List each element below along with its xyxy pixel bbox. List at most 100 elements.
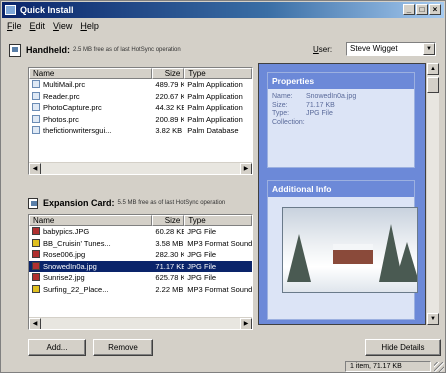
- scroll-down-icon[interactable]: ▼: [427, 313, 439, 325]
- minimize-button[interactable]: _: [403, 4, 415, 15]
- file-name: Rose006.jpg: [29, 249, 152, 261]
- additional-info-title: Additional Info: [268, 181, 414, 197]
- prc-file-icon: [32, 103, 40, 111]
- list-item[interactable]: Rose006.jpg 282.30 KBJPG File: [29, 249, 252, 261]
- file-name: BB_Cruisin' Tunes...: [29, 238, 152, 250]
- close-button[interactable]: ×: [429, 4, 441, 15]
- properties-title: Properties: [268, 73, 414, 89]
- add-button[interactable]: Add...: [28, 339, 86, 356]
- column-name[interactable]: Name: [29, 68, 153, 79]
- list-item[interactable]: Photos.prc 200.89 KBPalm Application: [29, 114, 252, 126]
- expansion-hscrollbar[interactable]: ◀ ▶: [29, 317, 252, 329]
- file-size: 489.79 KB: [155, 80, 184, 89]
- file-name: Photos.prc: [29, 114, 152, 126]
- status-bar: 1 item, 71.17 KB: [3, 361, 445, 373]
- quick-install-window: Quick Install _ □ × File Edit View Help …: [0, 0, 446, 373]
- handheld-header: Handheld: 2.5 MB free as of last HotSync…: [9, 42, 181, 58]
- menu-file[interactable]: File: [3, 19, 26, 33]
- prop-value: JPG File: [306, 110, 333, 117]
- file-name-text: SnowedIn0a.jpg: [43, 261, 97, 271]
- list-item[interactable]: Surfing_22_Place... 2.22 MB MP3 Format Sou…: [29, 284, 252, 296]
- prop-key: Type:: [272, 110, 290, 117]
- menu-help[interactable]: Help: [76, 19, 103, 33]
- file-name-text: BB_Cruisin' Tunes...: [43, 238, 111, 248]
- jpg-file-icon: [32, 273, 40, 281]
- file-name: Reader.prc: [29, 91, 152, 103]
- file-type: Palm Database: [187, 126, 239, 135]
- column-size[interactable]: Size: [152, 215, 185, 226]
- file-name-text: babypics.JPG: [43, 227, 90, 236]
- user-select[interactable]: Steve Wigget ▼: [346, 42, 436, 56]
- jpg-file-icon: [32, 250, 40, 258]
- menu-edit[interactable]: Edit: [26, 19, 50, 33]
- photo-preview: [282, 207, 418, 293]
- dropdown-arrow-icon[interactable]: ▼: [423, 43, 435, 55]
- list-item[interactable]: PhotoCapture.prc 44.32 KB Palm Application: [29, 102, 252, 114]
- column-size[interactable]: Size: [152, 68, 185, 79]
- title-bar[interactable]: Quick Install _ □ ×: [2, 2, 444, 18]
- hide-details-button[interactable]: Hide Details: [365, 339, 441, 356]
- details-panel: Properties Name: SnowedIn0a.jpg Size: 71.1…: [258, 63, 426, 325]
- maximize-button[interactable]: □: [416, 4, 428, 15]
- column-name[interactable]: Name: [29, 215, 153, 226]
- file-name-text: Reader.prc: [43, 91, 80, 101]
- file-name: SnowedIn0a.jpg: [29, 261, 152, 273]
- file-type: MP3 Format Sound: [187, 284, 252, 294]
- expansion-free-space: 5.5 MB free as of last HotSync operation: [117, 200, 226, 206]
- file-size: 60.28 KB: [155, 227, 185, 236]
- file-name: PhotoCapture.prc: [29, 102, 152, 114]
- prc-file-icon: [32, 91, 40, 100]
- scroll-right-icon[interactable]: ▶: [240, 163, 252, 174]
- file-type: Palm Application: [187, 80, 243, 89]
- mp3-file-icon: [32, 238, 40, 247]
- properties-list: Name: SnowedIn0a.jpg Size: 71.17 KB Type: J…: [268, 89, 414, 127]
- handheld-icon: [9, 43, 21, 57]
- file-size: 220.67 KB: [155, 91, 184, 101]
- scroll-left-icon[interactable]: ◀: [29, 163, 41, 174]
- file-size: 3.82 KB: [155, 126, 183, 135]
- file-type: JPG File: [187, 250, 217, 259]
- prop-value: 71.17 KB: [306, 101, 335, 109]
- window-title: Quick Install: [20, 5, 74, 15]
- file-name: babypics.JPG: [29, 226, 152, 238]
- handheld-file-list[interactable]: Name Size Type MultiMail.prc489.79 KBPal…: [28, 67, 253, 175]
- column-type[interactable]: Type: [184, 215, 252, 226]
- menu-view[interactable]: View: [49, 19, 76, 33]
- scroll-up-icon[interactable]: ▲: [427, 63, 439, 75]
- file-type: JPG File: [187, 227, 217, 236]
- file-name-text: Sunrise2.jpg: [43, 273, 85, 282]
- list-item[interactable]: thefictionwritersgui... 3.82 KB Palm Datab…: [29, 125, 252, 137]
- scroll-thumb[interactable]: [427, 77, 439, 93]
- list-item[interactable]: Reader.prc 220.67 KBPalm Application: [29, 91, 252, 103]
- hide-details-label: Hide Details: [381, 343, 425, 352]
- file-name-text: MultiMail.prc: [43, 80, 86, 89]
- list-item[interactable]: Sunrise2.jpg 625.78 KBJPG File: [29, 272, 252, 284]
- status-text: 1 item, 71.17 KB: [345, 361, 431, 372]
- details-vscrollbar[interactable]: ▲ ▼: [427, 63, 439, 325]
- list-item[interactable]: babypics.JPG 60.28 KB JPG File: [29, 226, 252, 238]
- remove-button[interactable]: Remove: [93, 339, 153, 356]
- file-type: Palm Application: [187, 114, 243, 124]
- prc-file-icon: [32, 80, 40, 88]
- file-type: MP3 Format Sound: [187, 238, 252, 248]
- remove-label: Remove: [108, 343, 138, 352]
- prop-value: [306, 119, 414, 128]
- handheld-hscrollbar[interactable]: ◀ ▶: [29, 162, 252, 174]
- handheld-free-space: 2.5 MB free as of last HotSync operation: [73, 47, 181, 53]
- resize-grip-icon[interactable]: [434, 362, 444, 372]
- mp3-file-icon: [32, 284, 40, 293]
- scroll-right-icon[interactable]: ▶: [240, 318, 252, 329]
- file-name: thefictionwritersgui...: [29, 125, 152, 137]
- expansion-label: Expansion Card:: [43, 198, 115, 208]
- column-type[interactable]: Type: [184, 68, 252, 79]
- list-item[interactable]: SnowedIn0a.jpg 71.17 KB JPG File: [29, 260, 252, 273]
- file-size: 282.30 KB: [155, 250, 184, 259]
- list-item[interactable]: BB_Cruisin' Tunes... 3.58 MB MP3 Format So…: [29, 238, 252, 250]
- list-item[interactable]: MultiMail.prc 489.79 KBPalm Application: [29, 79, 252, 91]
- file-size: 625.78 KB: [155, 273, 184, 282]
- pdb-file-icon: [32, 126, 40, 134]
- expansion-file-list[interactable]: Name Size Type babypics.JPG 60.28 KB JPG F…: [28, 214, 253, 330]
- file-name: Sunrise2.jpg: [29, 272, 152, 284]
- scroll-left-icon[interactable]: ◀: [29, 318, 41, 329]
- user-value: Steve Wigget: [350, 44, 398, 53]
